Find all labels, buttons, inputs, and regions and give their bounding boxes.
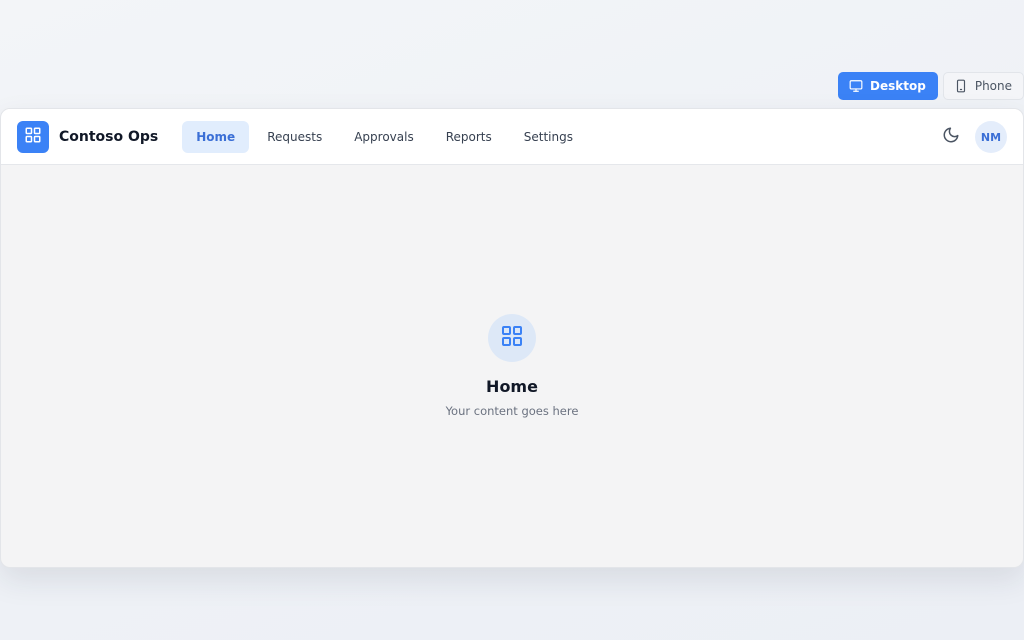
app-name: Contoso Ops xyxy=(59,128,159,145)
user-avatar[interactable]: NM xyxy=(975,121,1007,153)
nav-item-reports[interactable]: Reports xyxy=(432,121,506,153)
grid-icon xyxy=(500,324,524,352)
main-nav: Home Requests Approvals Reports Settings xyxy=(182,120,587,153)
nav-item-home[interactable]: Home xyxy=(182,120,250,153)
nav-item-requests[interactable]: Requests xyxy=(253,121,336,153)
theme-toggle-button[interactable] xyxy=(937,123,965,151)
empty-state-icon-circle xyxy=(488,314,536,362)
smartphone-icon xyxy=(954,79,968,93)
nav-item-approvals[interactable]: Approvals xyxy=(340,121,428,153)
moon-icon xyxy=(942,126,960,148)
app-window: Contoso Ops Home Requests Approvals Repo… xyxy=(0,108,1024,568)
desktop-view-label: Desktop xyxy=(870,79,926,93)
page-title: Home xyxy=(486,377,538,396)
top-navigation-bar: Contoso Ops Home Requests Approvals Repo… xyxy=(1,109,1023,165)
nav-item-settings[interactable]: Settings xyxy=(510,121,587,153)
grid-icon xyxy=(24,126,42,148)
phone-view-button[interactable]: Phone xyxy=(942,72,1024,100)
header-actions: NM xyxy=(937,109,1007,165)
phone-view-label: Phone xyxy=(974,79,1012,93)
monitor-icon xyxy=(849,79,863,93)
main-content: Home Your content goes here xyxy=(1,165,1023,567)
view-mode-toggle: Desktop Phone xyxy=(838,72,1024,100)
page-subtitle: Your content goes here xyxy=(445,404,579,418)
desktop-view-button[interactable]: Desktop xyxy=(838,72,938,100)
app-logo[interactable] xyxy=(17,120,49,153)
